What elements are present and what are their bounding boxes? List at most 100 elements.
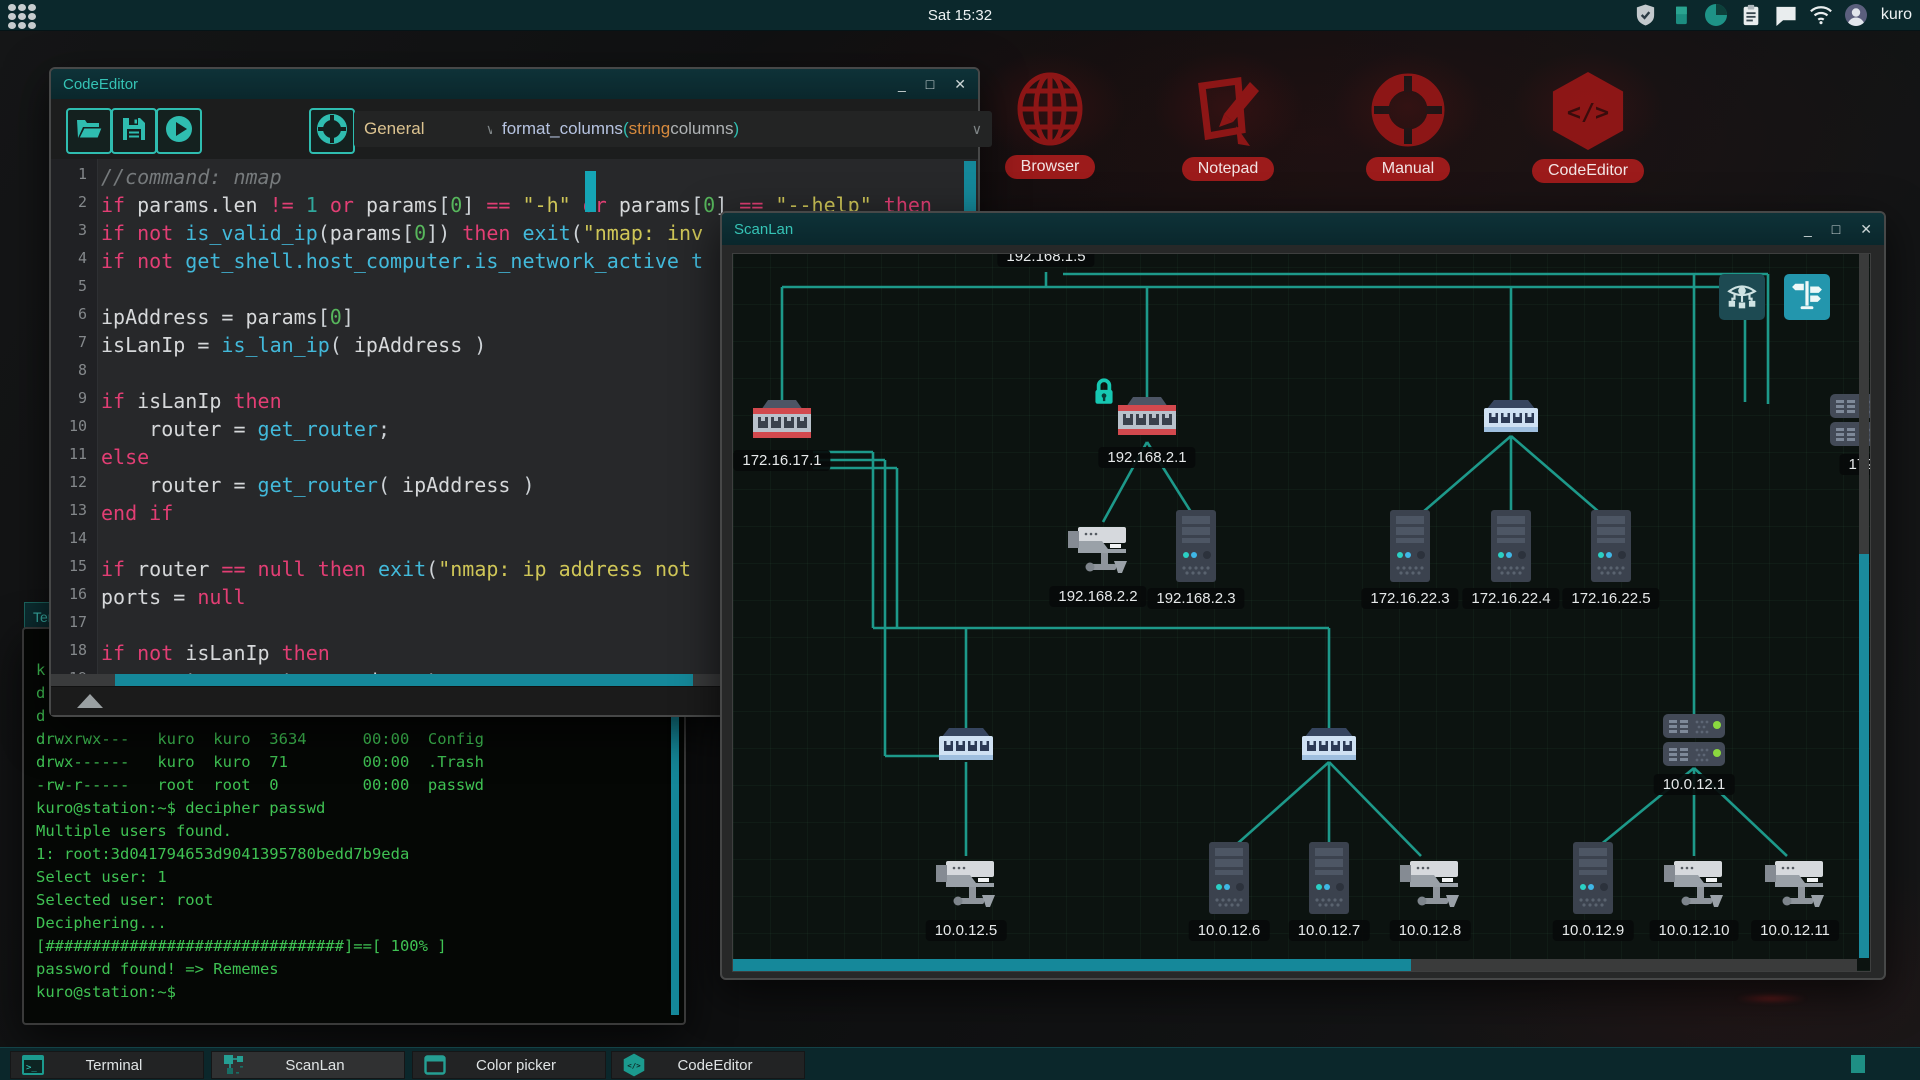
switch-icon[interactable]: [1482, 400, 1540, 441]
show-desktop-button[interactable]: [1851, 1055, 1865, 1073]
shield-check-icon[interactable]: [1634, 3, 1658, 27]
node-ip-label: 10.0.12.10: [1649, 920, 1739, 941]
maximize-button[interactable]: □: [926, 76, 934, 93]
maximize-button[interactable]: □: [1832, 221, 1840, 238]
network-map[interactable]: 192.168.1.5 172.16.17.1192.168.2.1172192…: [732, 253, 1871, 972]
signature-dropdown[interactable]: format_columns ( string columns ) ∨: [492, 111, 992, 147]
camera-icon[interactable]: [934, 854, 998, 919]
chat-icon[interactable]: [1774, 3, 1798, 27]
help-button[interactable]: [309, 108, 355, 154]
close-button[interactable]: ✕: [1860, 221, 1872, 238]
top-menu-bar: Sat 15:32 kuro: [0, 0, 1920, 31]
tower-icon[interactable]: [1491, 510, 1531, 587]
codeeditor-titlebar[interactable]: CodeEditor _ □ ✕: [51, 69, 978, 99]
scanlan-window: ScanLan _ □ ✕ 192.168.1.5 172.16.17.1 192…: [720, 211, 1886, 980]
scrollbar-thumb[interactable]: [733, 959, 1411, 971]
expand-panel-arrow[interactable]: [77, 694, 103, 708]
eye-network-icon: [1726, 279, 1758, 316]
camera-icon[interactable]: [1763, 854, 1827, 919]
minimize-button[interactable]: _: [1804, 221, 1812, 238]
tower-icon[interactable]: [1573, 842, 1613, 919]
node-ip-label: 10.0.12.8: [1389, 920, 1471, 941]
taskbar-item-scanlan[interactable]: ScanLan: [211, 1051, 405, 1079]
window-icon: [423, 1053, 447, 1077]
terminal-line: drwxrwx--- kuro kuro 3634 00:00 Config: [36, 730, 484, 748]
terminal-line: -rw-r----- root root 0 00:00 passwd: [36, 776, 484, 794]
svg-text:</>: </>: [627, 1061, 641, 1070]
play-run-icon: [164, 114, 194, 149]
taskbar-item-label: Terminal: [85, 1056, 143, 1074]
desktop-icon-manual[interactable]: Manual: [1333, 51, 1483, 181]
tower-icon[interactable]: [1591, 510, 1631, 587]
switch-icon[interactable]: [937, 728, 995, 769]
clipboard-icon[interactable]: [1739, 3, 1763, 27]
editor-scroll-indicator[interactable]: [585, 171, 596, 212]
node-ip-label: 172.16.22.3: [1361, 588, 1459, 609]
tower-icon[interactable]: [1209, 842, 1249, 919]
node-ip-label: 10.0.12.7: [1288, 920, 1370, 941]
avatar-icon[interactable]: [1844, 3, 1868, 27]
router-icon[interactable]: [1116, 397, 1178, 446]
taskbar-item-label: ScanLan: [285, 1056, 345, 1074]
camera-icon[interactable]: [1398, 854, 1462, 919]
taskbar-item-terminal[interactable]: >_ Terminal: [10, 1051, 204, 1079]
category-dropdown[interactable]: General ∨: [354, 111, 506, 147]
router-icon[interactable]: [751, 400, 813, 449]
close-button[interactable]: ✕: [954, 76, 966, 93]
disk-usage-icon[interactable]: [1704, 3, 1728, 27]
icon-glow: [1333, 51, 1483, 161]
terminal-line: kuro@station:~$ decipher passwd: [36, 799, 326, 817]
lifebuoy-help-icon: [317, 113, 347, 149]
node-ip-label: 10.0.12.1: [1653, 774, 1735, 795]
username[interactable]: kuro: [1881, 6, 1912, 24]
terminal-line: drwx------ kuro kuro 71 00:00 .Trash: [36, 753, 484, 771]
desktop-icon-notepad[interactable]: Notepad: [1153, 51, 1303, 181]
map-vertical-scrollbar[interactable]: [1859, 254, 1869, 958]
scrollbar-thumb[interactable]: [1859, 554, 1869, 958]
lock-icon: [1091, 377, 1117, 412]
tower-icon[interactable]: [1390, 510, 1430, 587]
desktop-icon-browser[interactable]: Browser: [975, 51, 1125, 179]
chevron-down-icon: ∨: [971, 120, 982, 137]
monitor-view-button[interactable]: [1719, 274, 1765, 320]
taskbar-item-label: CodeEditor: [677, 1056, 753, 1074]
code-line: 1//command: nmap: [77, 165, 282, 189]
battery-icon[interactable]: [1669, 3, 1693, 27]
network-icon: [222, 1053, 246, 1077]
hexcode-icon: </>: [622, 1053, 646, 1077]
tower-icon[interactable]: [1309, 842, 1349, 919]
terminal-line: Select user: 1: [36, 868, 167, 886]
desktop-icon-label: Browser: [1004, 155, 1096, 179]
folder-open-icon: [75, 117, 103, 146]
camera-icon[interactable]: [1066, 520, 1130, 585]
clock: Sat 15:32: [927, 6, 993, 24]
signature-name: format_columns: [502, 119, 623, 138]
terminal-line: Selected user: root: [36, 891, 214, 909]
scanlan-titlebar[interactable]: ScanLan _ □ ✕: [722, 213, 1884, 245]
scanlan-title: ScanLan: [734, 220, 794, 238]
switch-icon[interactable]: [1300, 728, 1358, 769]
desktop-icon-codeeditor[interactable]: </> CodeEditor: [1513, 51, 1663, 183]
system-tray: kuro: [1634, 0, 1912, 30]
signature-arg-name: columns: [670, 119, 734, 138]
open-file-button[interactable]: [66, 108, 112, 154]
minimize-button[interactable]: _: [898, 76, 906, 93]
server-icon[interactable]: [1661, 712, 1727, 773]
signpost-route-button[interactable]: [1784, 274, 1830, 320]
signature-close-paren: ): [733, 119, 740, 138]
wifi-icon[interactable]: [1809, 3, 1833, 27]
tower-icon[interactable]: [1176, 510, 1216, 587]
map-horizontal-scrollbar[interactable]: [733, 959, 1857, 971]
node-ip-label: 10.0.12.11: [1751, 920, 1839, 941]
desktop-icon-label: Notepad: [1181, 157, 1275, 181]
taskbar-item-color-picker[interactable]: Color picker: [412, 1051, 606, 1079]
terminal-line: Deciphering...: [36, 914, 167, 932]
node-ip-label: 172.16.22.4: [1462, 588, 1560, 609]
terminal-line: [################################]==[ 10…: [36, 937, 447, 955]
signature-arg-type: string: [628, 119, 671, 138]
camera-icon[interactable]: [1662, 854, 1726, 919]
save-button[interactable]: [111, 108, 157, 154]
run-button[interactable]: [156, 108, 202, 154]
terminal-line: password found! => Rememes: [36, 960, 279, 978]
taskbar-item-codeeditor[interactable]: </> CodeEditor: [611, 1051, 805, 1079]
